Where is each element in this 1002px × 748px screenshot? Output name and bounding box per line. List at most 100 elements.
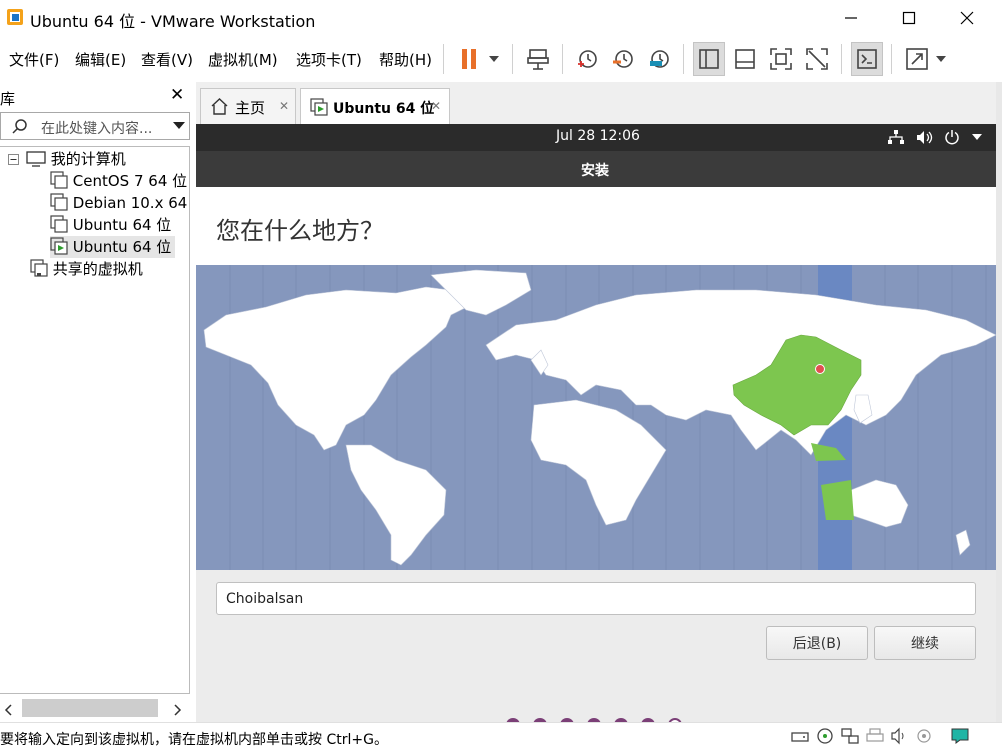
menu-vm[interactable]: 虚拟机(M) — [208, 49, 278, 70]
tree-collapse-toggle[interactable] — [8, 153, 19, 169]
status-message: 要将输入定向到该虚拟机，请在虚拟机内部单击或按 Ctrl+G。 — [0, 732, 388, 748]
menu-tabs[interactable]: 选项卡(T) — [296, 49, 362, 70]
console-icon — [857, 49, 877, 69]
pause-button[interactable] — [452, 42, 504, 76]
take-snapshot-button[interactable] — [571, 42, 603, 76]
thumbnail-bar-icon — [735, 49, 755, 69]
library-close-button[interactable]: ✕ — [170, 85, 184, 105]
toolbar-separator — [841, 44, 842, 74]
unity-mode-button[interactable] — [801, 42, 833, 76]
vm-icon — [50, 193, 68, 211]
revert-snapshot-button[interactable] — [607, 42, 639, 76]
show-library-button[interactable] — [693, 42, 725, 76]
scrollbar-thumb[interactable] — [22, 699, 158, 717]
toolbar-separator — [443, 44, 444, 74]
toolbar-separator — [562, 44, 563, 74]
stretch-icon — [906, 48, 946, 70]
search-icon — [12, 119, 27, 134]
tree-item-label: 我的计算机 — [50, 150, 126, 168]
chevron-right-icon[interactable] — [174, 704, 182, 716]
menu-toolbar-bar: 文件(F) 编辑(E) 查看(V) 虚拟机(M) 选项卡(T) 帮助(H) — [0, 36, 1002, 82]
tab-label: Ubuntu 64 位 — [333, 101, 435, 117]
chevron-left-icon[interactable] — [4, 704, 12, 716]
toolbar-separator — [683, 44, 684, 74]
world-map-image — [203, 265, 997, 570]
timezone-world-map[interactable] — [196, 265, 1002, 570]
menu-view[interactable]: 查看(V) — [141, 49, 193, 70]
tab-label: 主页 — [235, 99, 266, 117]
vm-icon — [50, 171, 68, 189]
power-icon[interactable] — [944, 129, 960, 145]
cd-dvd-icon[interactable] — [815, 727, 835, 745]
vm-running-icon — [310, 98, 328, 116]
console-view-button[interactable] — [851, 42, 883, 76]
library-panel: 库 ✕ 在此处键入内容... 我的计算机 CentOS 7 64 位 Debia… — [0, 82, 192, 722]
continue-button[interactable]: 继续 — [874, 626, 976, 660]
tab-close-button[interactable]: ✕ — [279, 99, 289, 113]
snapshot-icon — [578, 50, 597, 68]
vmware-logo-icon — [7, 9, 23, 25]
monitor-icon — [26, 151, 46, 167]
vmware-window: Ubuntu 64 位 - VMware Workstation 文件(F) 编… — [0, 0, 1002, 748]
close-icon — [960, 11, 974, 25]
printer-icon[interactable] — [865, 727, 885, 745]
tree-item-label: Ubuntu 64 位 — [72, 216, 172, 234]
timezone-input[interactable]: Choibalsan — [216, 582, 976, 615]
thumbnail-bar-button[interactable] — [729, 42, 761, 76]
usb-device-icon[interactable] — [914, 727, 934, 745]
keyboard-network-icon — [527, 49, 549, 70]
hard-disk-icon[interactable] — [790, 727, 810, 745]
title-bar: Ubuntu 64 位 - VMware Workstation — [0, 0, 1002, 36]
clock[interactable]: Jul 28 12:06 — [556, 128, 640, 144]
vm-console[interactable]: Jul 28 12:06 安装 您在什么地方？ Choibalsan 后退(B)… — [196, 124, 1002, 722]
volume-icon[interactable] — [916, 130, 934, 145]
tree-item-vm-ubuntu-1[interactable]: Ubuntu 64 位 — [50, 214, 171, 236]
network-icon[interactable] — [888, 130, 904, 145]
tree-item-vm-ubuntu-2-selected[interactable]: Ubuntu 64 位 — [50, 236, 176, 258]
pause-icon — [462, 49, 499, 69]
snapshot-manager-button[interactable] — [643, 42, 675, 76]
page-heading: 您在什么地方？ — [216, 217, 384, 245]
tab-strip: 主页 ✕ Ubuntu 64 位 ✕ — [196, 82, 1002, 124]
library-panel-icon — [699, 49, 719, 69]
minus-box-icon — [8, 154, 19, 165]
minimize-icon — [845, 17, 857, 19]
message-icon[interactable] — [950, 727, 970, 745]
maximize-button[interactable] — [880, 0, 938, 36]
stretch-guest-button[interactable] — [900, 42, 950, 76]
toolbar-separator — [512, 44, 513, 74]
menu-file[interactable]: 文件(F) — [9, 49, 59, 70]
tree-item-my-computer[interactable]: 我的计算机 — [26, 148, 126, 170]
tab-home[interactable]: 主页 ✕ — [200, 88, 296, 124]
library-search-input[interactable]: 在此处键入内容... — [0, 112, 190, 140]
library-title: 库 — [0, 90, 16, 108]
tree-item-vm-centos[interactable]: CentOS 7 64 位 — [50, 170, 187, 192]
vm-running-icon — [50, 237, 68, 255]
window-title: Ubuntu 64 位 - VMware Workstation — [30, 12, 316, 31]
network-adapter-icon[interactable] — [840, 727, 860, 745]
minimize-button[interactable] — [822, 0, 880, 36]
tree-item-vm-debian[interactable]: Debian 10.x 64 位 — [50, 192, 190, 214]
send-ctrl-alt-del-button[interactable] — [522, 42, 554, 76]
menu-edit[interactable]: 编辑(E) — [75, 49, 126, 70]
library-tree: 我的计算机 CentOS 7 64 位 Debian 10.x 64 位 Ubu… — [0, 146, 190, 694]
chevron-down-icon[interactable] — [972, 134, 982, 140]
unity-icon — [806, 48, 828, 70]
menu-help[interactable]: 帮助(H) — [379, 49, 432, 70]
right-edge-strip — [996, 82, 1002, 722]
back-button[interactable]: 后退(B) — [766, 626, 868, 660]
full-screen-button[interactable] — [765, 42, 797, 76]
tree-item-shared-vms[interactable]: 共享的虚拟机 — [30, 258, 143, 280]
close-window-button[interactable] — [938, 0, 996, 36]
library-horizontal-scrollbar[interactable] — [0, 696, 190, 722]
tab-close-button[interactable]: ✕ — [431, 99, 441, 113]
ubuntu-top-bar: Jul 28 12:06 — [196, 124, 1002, 151]
tree-item-label: Ubuntu 64 位 — [72, 238, 172, 256]
installer-title: 安装 — [581, 163, 609, 179]
full-screen-icon — [770, 48, 792, 70]
tab-ubuntu[interactable]: Ubuntu 64 位 ✕ — [300, 88, 450, 124]
sound-card-icon[interactable] — [890, 727, 910, 745]
home-icon — [211, 98, 228, 115]
tree-item-label: 共享的虚拟机 — [52, 260, 143, 278]
chevron-down-icon[interactable] — [173, 122, 185, 130]
